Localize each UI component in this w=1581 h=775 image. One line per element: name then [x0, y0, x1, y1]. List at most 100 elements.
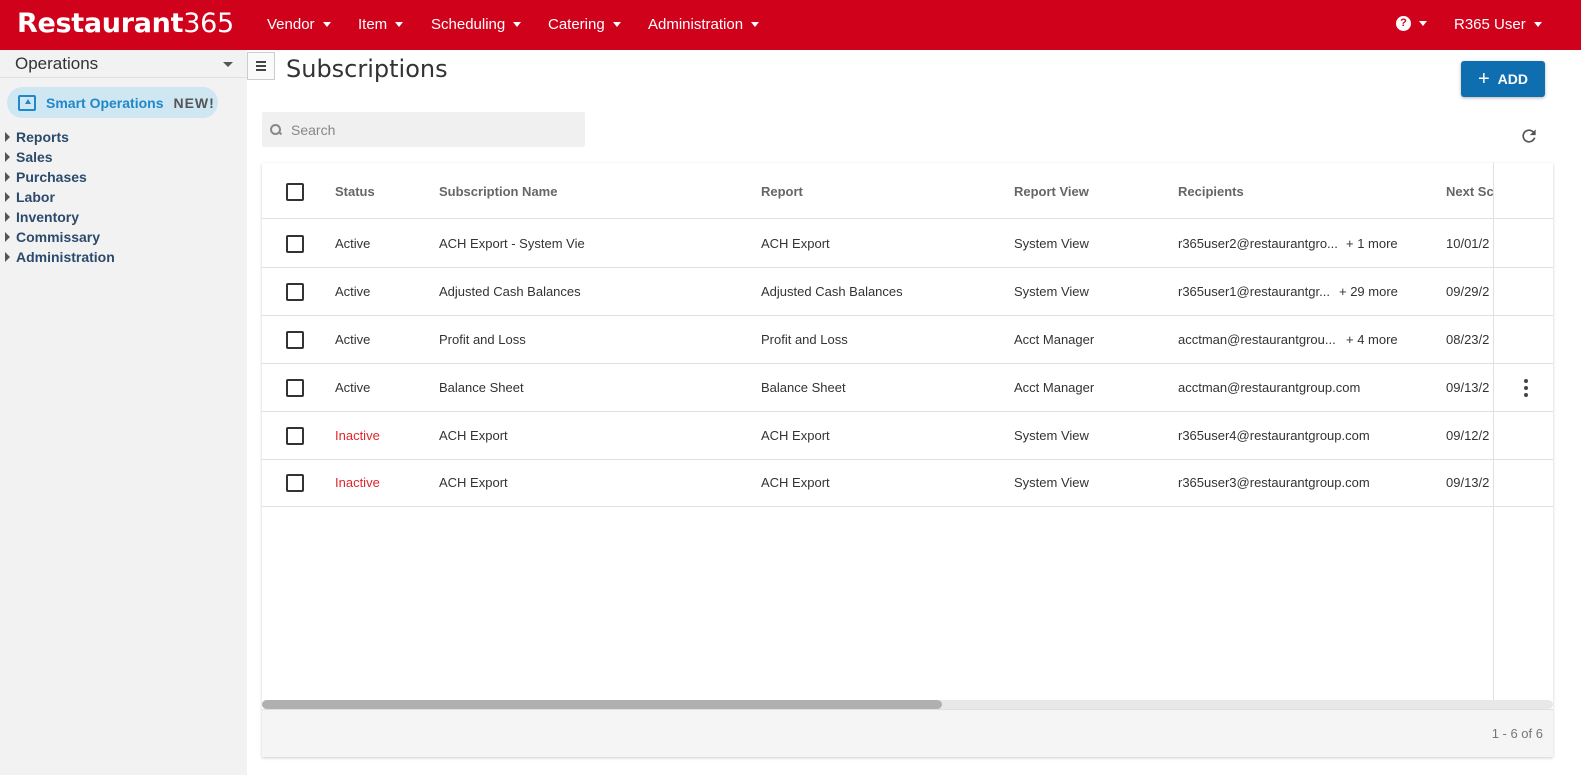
- column-header-subscription-name[interactable]: Subscription Name: [439, 184, 557, 199]
- report-view-cell: System View: [1014, 284, 1089, 299]
- nav-item[interactable]: Item: [358, 16, 404, 33]
- search-input[interactable]: [291, 121, 561, 138]
- sidebar-item-reports[interactable]: Reports: [0, 127, 115, 147]
- menu-icon-line: [256, 65, 266, 67]
- row-checkbox[interactable]: [286, 331, 304, 349]
- caret-down-icon: [223, 62, 233, 67]
- report-view-cell: System View: [1014, 475, 1089, 490]
- next-schedule-cell: 09/29/2: [1446, 284, 1490, 299]
- add-button[interactable]: + ADD: [1461, 61, 1545, 97]
- add-button-label: ADD: [1497, 71, 1529, 87]
- next-schedule-cell: 10/01/2: [1446, 236, 1490, 251]
- row-checkbox[interactable]: [286, 235, 304, 253]
- table-row[interactable]: Active ACH Export - System Vie ACH Expor…: [262, 220, 1553, 268]
- top-nav-bar: Restaurant365 Vendor Item Scheduling Cat…: [0, 0, 1581, 50]
- nav-catering-label: Catering: [548, 16, 605, 33]
- sidebar-item-inventory[interactable]: Inventory: [0, 207, 115, 227]
- more-vertical-icon[interactable]: [1524, 379, 1528, 397]
- report-cell: ACH Export: [761, 428, 830, 443]
- report-cell: ACH Export: [761, 475, 830, 490]
- table-row[interactable]: Active Balance Sheet Balance Sheet Acct …: [262, 364, 1553, 412]
- more-recipients-link[interactable]: + 4 more: [1346, 332, 1398, 347]
- nav-administration[interactable]: Administration: [648, 16, 760, 33]
- new-badge: NEW!: [173, 94, 215, 111]
- row-checkbox[interactable]: [286, 379, 304, 397]
- sidebar-item-sales[interactable]: Sales: [0, 147, 115, 167]
- report-cell: Adjusted Cash Balances: [761, 284, 903, 299]
- sidebar-item-commissary[interactable]: Commissary: [0, 227, 115, 247]
- table-header: Status Subscription Name Report Report V…: [262, 163, 1553, 219]
- nav-scheduling[interactable]: Scheduling: [431, 16, 522, 33]
- sidebar-item-label: Administration: [16, 249, 115, 265]
- user-menu[interactable]: R365 User: [1454, 16, 1542, 33]
- nav-vendor[interactable]: Vendor: [267, 16, 331, 33]
- sidebar-module-select[interactable]: Operations: [0, 50, 247, 78]
- column-header-status[interactable]: Status: [335, 184, 375, 199]
- pagination-summary: 1 - 6 of 6: [1491, 726, 1543, 741]
- column-header-next-schedule[interactable]: Next Sch: [1446, 184, 1493, 199]
- nav-administration-label: Administration: [648, 16, 744, 33]
- subscription-name-cell: ACH Export: [439, 428, 508, 443]
- menu-icon-line: [256, 69, 266, 71]
- more-recipients-link[interactable]: + 1 more: [1346, 236, 1398, 251]
- smart-operations-button[interactable]: Smart Operations NEW!: [7, 87, 218, 118]
- report-view-cell: System View: [1014, 428, 1089, 443]
- row-checkbox[interactable]: [286, 283, 304, 301]
- row-checkbox[interactable]: [286, 474, 304, 492]
- select-all-checkbox[interactable]: [286, 183, 304, 201]
- user-name: R365 User: [1454, 16, 1526, 33]
- chevron-down-icon: [751, 22, 760, 27]
- status-cell: Active: [335, 284, 371, 299]
- next-schedule-cell: 09/13/2: [1446, 475, 1490, 490]
- horizontal-scrollbar-thumb[interactable]: [262, 700, 942, 709]
- sidebar-item-labor[interactable]: Labor: [0, 187, 115, 207]
- column-header-recipients[interactable]: Recipients: [1178, 184, 1244, 199]
- table-row[interactable]: Inactive ACH Export ACH Export System Vi…: [262, 412, 1553, 460]
- help-icon: ?: [1396, 16, 1411, 31]
- subscriptions-table: Status Subscription Name Report Report V…: [262, 163, 1553, 757]
- subscription-name-cell: ACH Export - System Vie: [439, 236, 585, 251]
- table-row[interactable]: Inactive ACH Export ACH Export System Vi…: [262, 459, 1553, 507]
- report-cell: ACH Export: [761, 236, 830, 251]
- recipients-cell: acctman@restaurantgrou...: [1178, 332, 1336, 347]
- row-checkbox[interactable]: [286, 427, 304, 445]
- status-cell: Active: [335, 236, 371, 251]
- status-cell: Active: [335, 380, 371, 395]
- recipients-cell: acctman@restaurantgroup.com: [1178, 380, 1361, 395]
- upload-box-icon: [18, 94, 36, 111]
- status-cell: Inactive: [335, 475, 380, 490]
- report-view-cell: System View: [1014, 236, 1089, 251]
- table-row[interactable]: Active Adjusted Cash Balances Adjusted C…: [262, 268, 1553, 316]
- more-recipients-link[interactable]: + 29 more: [1339, 284, 1398, 299]
- recipients-cell: r365user4@restaurantgroup.com: [1178, 428, 1370, 443]
- report-view-cell: Acct Manager: [1014, 332, 1095, 347]
- report-cell: Balance Sheet: [761, 380, 846, 395]
- status-cell: Active: [335, 332, 371, 347]
- table-row[interactable]: Active Profit and Loss Profit and Loss A…: [262, 316, 1553, 364]
- smart-operations-label: Smart Operations: [46, 94, 164, 111]
- subscription-name-cell: ACH Export: [439, 475, 508, 490]
- column-header-report[interactable]: Report: [761, 184, 803, 199]
- subscription-name-cell: Profit and Loss: [439, 332, 526, 347]
- nav-item-label: Item: [358, 16, 388, 33]
- help-menu[interactable]: ?: [1396, 16, 1427, 31]
- sidebar-tree: Reports Sales Purchases Labor Inventory …: [0, 127, 115, 267]
- sidebar-item-purchases[interactable]: Purchases: [0, 167, 115, 187]
- refresh-icon[interactable]: [1519, 126, 1539, 146]
- caret-right-icon: [5, 252, 10, 262]
- next-schedule-cell: 08/23/2: [1446, 332, 1490, 347]
- recipients-cell: r365user3@restaurantgroup.com: [1178, 475, 1370, 490]
- subscription-name-cell: Adjusted Cash Balances: [439, 284, 581, 299]
- chevron-down-icon: [513, 22, 522, 27]
- sidebar-title: Operations: [15, 54, 99, 73]
- nav-catering[interactable]: Catering: [548, 16, 621, 33]
- nav-vendor-label: Vendor: [267, 16, 315, 33]
- status-cell: Inactive: [335, 428, 380, 443]
- menu-icon-line: [256, 61, 266, 63]
- column-header-report-view[interactable]: Report View: [1014, 184, 1089, 199]
- sidebar-toggle-button[interactable]: [247, 52, 275, 80]
- sidebar-item-label: Labor: [16, 189, 55, 205]
- brand-logo[interactable]: Restaurant365: [17, 8, 234, 39]
- sidebar-item-administration[interactable]: Administration: [0, 247, 115, 267]
- chevron-down-icon: [1419, 21, 1427, 26]
